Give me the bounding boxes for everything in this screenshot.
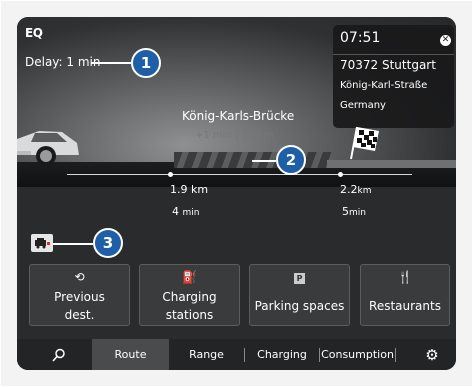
tab-range[interactable]: Range — [169, 339, 244, 370]
destination-city: 70372 Stuttgart — [340, 58, 436, 72]
restaurants-label: Restaurants — [369, 299, 441, 313]
tab-route[interactable]: Route — [92, 339, 169, 370]
waypoint-1-time: 4 min — [172, 205, 199, 218]
destination-country: Germany — [340, 100, 386, 111]
destination-street: König-Karl-Straße — [340, 80, 428, 91]
charging-label-2: stations — [165, 308, 214, 322]
waypoint-1-min-unit: min — [182, 208, 200, 218]
previous-label-2: dest. — [64, 308, 95, 322]
waypoint-2-dot — [338, 172, 343, 177]
ev-car-icon — [35, 238, 50, 249]
restaurants-button[interactable]: 🍴 Restaurants — [360, 264, 450, 326]
callout-1: 1 — [131, 48, 161, 78]
settings-tab[interactable]: ⚙ — [412, 339, 452, 370]
finish-flag-icon — [350, 126, 379, 160]
waypoint-1-min: 4 — [172, 205, 179, 218]
waypoint-2-min: 5 — [342, 205, 349, 218]
previous-label-1: Previous — [54, 290, 105, 304]
ev-route-icon[interactable] — [31, 234, 53, 252]
restaurant-icon: 🍴 — [397, 270, 413, 284]
charging-station-icon: ⛽ — [182, 270, 197, 284]
waypoint-1-distance: 1.9 km — [170, 183, 208, 196]
bottom-tab-bar: Route Range Charging Consumption ⚙ — [17, 339, 456, 370]
callout-3: 3 — [93, 228, 123, 258]
card-divider — [333, 54, 454, 55]
next-street-name: König-Karls-Brücke — [182, 109, 295, 123]
next-street-detail: +1 min | 150 m — [195, 130, 274, 141]
waypoint-2-km-unit: km — [357, 186, 372, 196]
callout-2-line — [252, 160, 276, 162]
history-icon: ⟲ — [74, 270, 85, 284]
search-icon — [52, 348, 65, 362]
eta-time: 07:51 — [340, 30, 381, 46]
waypoint-2-distance: 2.2km — [340, 183, 371, 196]
nav-screen: EQ Delay: 1 min 1 07:51 ✕ 70372 Stuttgar… — [17, 17, 456, 370]
charging-label-1: Charging — [162, 290, 217, 304]
delay-text: Delay: 1 min — [25, 55, 101, 69]
route-road-far — [327, 160, 456, 168]
gear-icon: ⚙ — [425, 345, 439, 364]
parking-icon: P — [250, 270, 349, 284]
waypoint-2-time: 5min — [342, 205, 366, 218]
waypoint-2-km: 2.2 — [340, 183, 358, 196]
previous-destinations-button[interactable]: ⟲ Previous dest. — [29, 264, 130, 326]
callout-2: 2 — [276, 145, 306, 175]
parking-spaces-button[interactable]: P Parking spaces — [249, 264, 350, 326]
waypoint-1-km-unit: km — [191, 183, 209, 196]
callout-3-line — [53, 243, 93, 245]
waypoint-1-dot — [168, 172, 173, 177]
search-tab[interactable] — [39, 339, 79, 370]
tab-charging[interactable]: Charging — [245, 339, 319, 370]
tab-separator — [395, 348, 396, 362]
waypoint-2-min-unit: min — [349, 208, 366, 218]
close-icon[interactable]: ✕ — [440, 35, 451, 46]
waypoint-1-km: 1.9 — [170, 183, 188, 196]
charging-stations-button[interactable]: ⛽ Charging stations — [139, 264, 240, 326]
parking-label: Parking spaces — [254, 299, 345, 313]
route-timeline — [67, 174, 412, 175]
eq-logo: EQ — [25, 26, 43, 40]
callout-1-line — [91, 62, 131, 64]
car-icon — [17, 131, 79, 166]
tab-consumption[interactable]: Consumption — [320, 339, 395, 370]
page-frame: EQ Delay: 1 min 1 07:51 ✕ 70372 Stuttgar… — [1, 1, 472, 386]
destination-card[interactable]: 07:51 ✕ 70372 Stuttgart König-Karl-Straß… — [333, 25, 454, 128]
